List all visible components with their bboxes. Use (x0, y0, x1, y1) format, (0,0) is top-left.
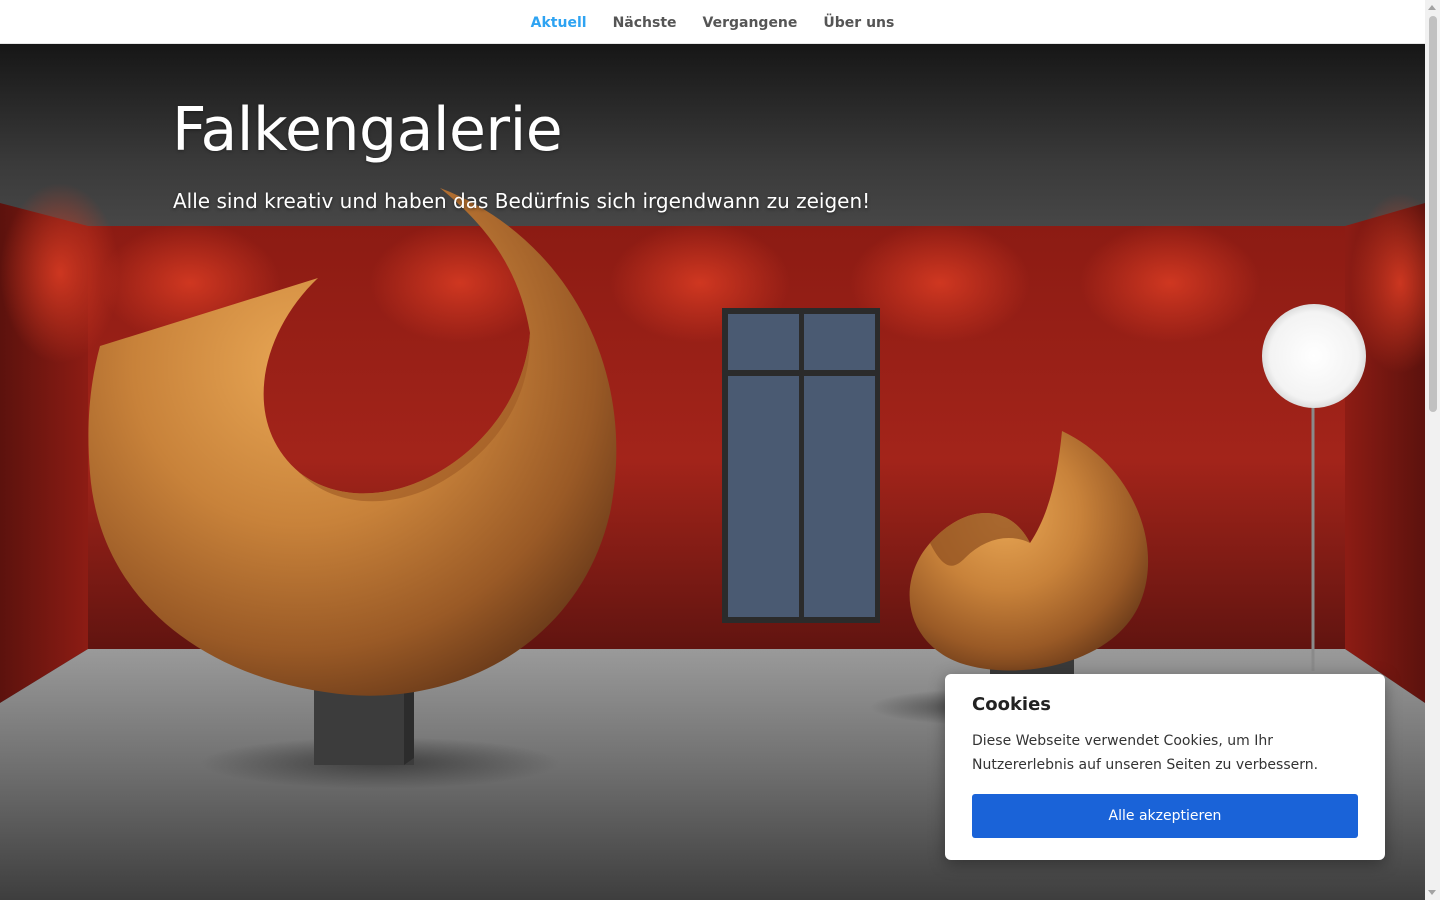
cookie-title: Cookies (972, 694, 1052, 715)
cookie-banner: Cookies Diese Webseite verwendet Cookies… (945, 674, 1385, 860)
hero-subtitle: Alle sind kreativ und haben das Bedürfni… (173, 189, 871, 213)
top-navigation: Aktuell Nächste Vergangene Über uns (0, 0, 1425, 44)
nav-item-naechste[interactable]: Nächste (613, 15, 677, 31)
nav-list: Aktuell Nächste Vergangene Über uns (531, 12, 895, 31)
scrollbar-thumb[interactable] (1429, 16, 1437, 412)
nav-item-aktuell[interactable]: Aktuell (531, 15, 587, 31)
accept-all-cookies-button[interactable]: Alle akzeptieren (972, 794, 1358, 838)
cookie-text: Diese Webseite verwendet Cookies, um Ihr… (972, 733, 1319, 773)
nav-item-ueber-uns[interactable]: Über uns (823, 15, 894, 31)
scroll-down-arrow-icon[interactable] (1428, 890, 1436, 895)
page-scrollbar[interactable] (1425, 0, 1440, 900)
scroll-up-arrow-icon[interactable] (1428, 5, 1436, 10)
nav-item-vergangene[interactable]: Vergangene (703, 15, 798, 31)
page-title: Falkengalerie (172, 95, 563, 165)
